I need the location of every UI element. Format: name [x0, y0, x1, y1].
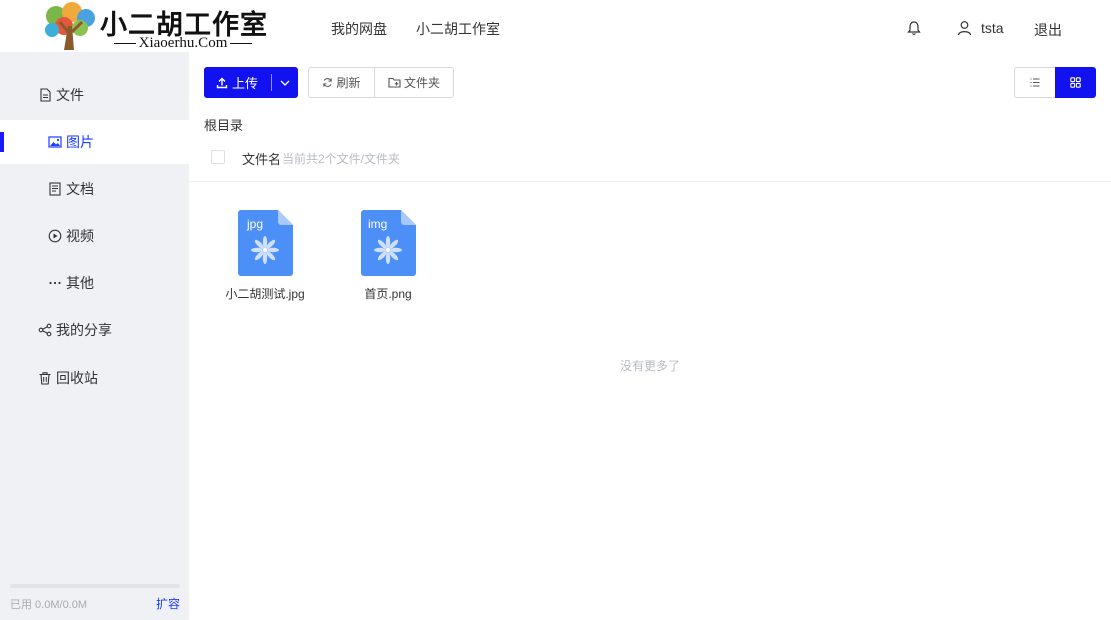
- user-icon: [957, 21, 972, 36]
- storage-quota-bar: [10, 584, 180, 588]
- upload-dropdown-button[interactable]: [272, 67, 298, 98]
- new-folder-button[interactable]: 文件夹: [375, 68, 453, 97]
- select-all-checkbox[interactable]: [211, 150, 225, 164]
- chevron-down-icon: [280, 80, 290, 86]
- sidebar-item-label: 回收站: [56, 370, 98, 386]
- refresh-button[interactable]: 刷新: [309, 68, 375, 97]
- breadcrumb[interactable]: 根目录: [204, 115, 243, 134]
- logo-subtitle: Xiaoerhu.Com: [98, 35, 268, 52]
- sidebar-item-label: 图片: [66, 134, 94, 150]
- header-divider: [189, 181, 1111, 182]
- file-name: 首页.png: [364, 287, 412, 301]
- list-view-button[interactable]: [1014, 67, 1055, 98]
- upload-label: 上传: [231, 76, 258, 91]
- sidebar: 文件 图片 文档 视频 其他 我的分享 回收站 已用 0.0M/0.0M 扩容: [0, 52, 189, 620]
- grid-view-button[interactable]: [1055, 67, 1096, 98]
- action-button-group: 刷新 文件夹: [308, 67, 454, 98]
- list-view-icon: [1030, 78, 1040, 87]
- new-folder-label: 文件夹: [403, 76, 440, 90]
- file-item[interactable]: jpg 小二胡测试.jpg: [215, 210, 315, 305]
- sidebar-item-label: 我的分享: [56, 322, 112, 338]
- sidebar-item-images[interactable]: 图片: [0, 120, 189, 164]
- logo[interactable]: 小二胡工作室 Xiaoerhu.Com: [42, 0, 270, 52]
- column-header-filename: 文件名: [242, 152, 282, 167]
- trash-icon: [39, 372, 51, 385]
- view-toggle: [1014, 67, 1096, 98]
- top-header: 小二胡工作室 Xiaoerhu.Com 我的网盘 小二胡工作室 tsta 退出: [0, 0, 1111, 52]
- folder-add-icon: [388, 77, 401, 88]
- refresh-label: 刷新: [336, 76, 361, 90]
- tree-logo-icon: [45, 2, 95, 50]
- file-name: 小二胡测试.jpg: [225, 287, 305, 301]
- sidebar-item-label: 其他: [66, 275, 94, 291]
- upload-icon: [216, 77, 228, 88]
- image-file-icon: img: [361, 210, 416, 276]
- sidebar-item-shares[interactable]: 我的分享: [0, 308, 189, 352]
- sidebar-item-label: 文件: [56, 87, 84, 103]
- nav-my-disk[interactable]: 我的网盘: [331, 19, 387, 39]
- nav-studio[interactable]: 小二胡工作室: [416, 19, 500, 39]
- file-item[interactable]: img 首页.png: [338, 210, 438, 305]
- sidebar-item-label: 视频: [66, 228, 94, 244]
- storage-quota-text: 已用 0.0M/0.0M: [10, 599, 88, 611]
- grid-view-icon: [1070, 77, 1081, 88]
- upload-button-group: 上传: [204, 67, 298, 98]
- file-icon: [40, 88, 51, 102]
- username[interactable]: tsta: [981, 20, 1004, 36]
- expand-storage-link[interactable]: 扩容: [156, 595, 180, 612]
- file-type-badge: jpg: [246, 217, 263, 231]
- sidebar-item-documents[interactable]: 文档: [0, 167, 189, 211]
- refresh-icon: [323, 78, 333, 87]
- sidebar-item-other[interactable]: 其他: [0, 261, 189, 305]
- upload-button[interactable]: 上传: [204, 67, 270, 98]
- file-type-badge: img: [368, 217, 387, 231]
- sidebar-item-trash[interactable]: 回收站: [0, 356, 189, 400]
- sidebar-item-files[interactable]: 文件: [0, 73, 189, 117]
- image-file-icon: jpg: [238, 210, 293, 276]
- video-icon: [48, 229, 62, 243]
- app-root: 小二胡工作室 Xiaoerhu.Com 我的网盘 小二胡工作室 tsta 退出 …: [0, 0, 1111, 620]
- sidebar-item-label: 文档: [66, 181, 94, 197]
- share-icon: [38, 323, 52, 337]
- more-icon: [49, 281, 61, 285]
- bell-icon[interactable]: [906, 20, 922, 36]
- logout-link[interactable]: 退出: [1034, 20, 1062, 40]
- image-icon: [48, 136, 62, 148]
- sidebar-item-videos[interactable]: 视频: [0, 214, 189, 258]
- file-count-text: 当前共2个文件/文件夹: [282, 152, 401, 166]
- document-icon: [49, 182, 61, 196]
- end-of-list-text: 没有更多了: [619, 359, 680, 373]
